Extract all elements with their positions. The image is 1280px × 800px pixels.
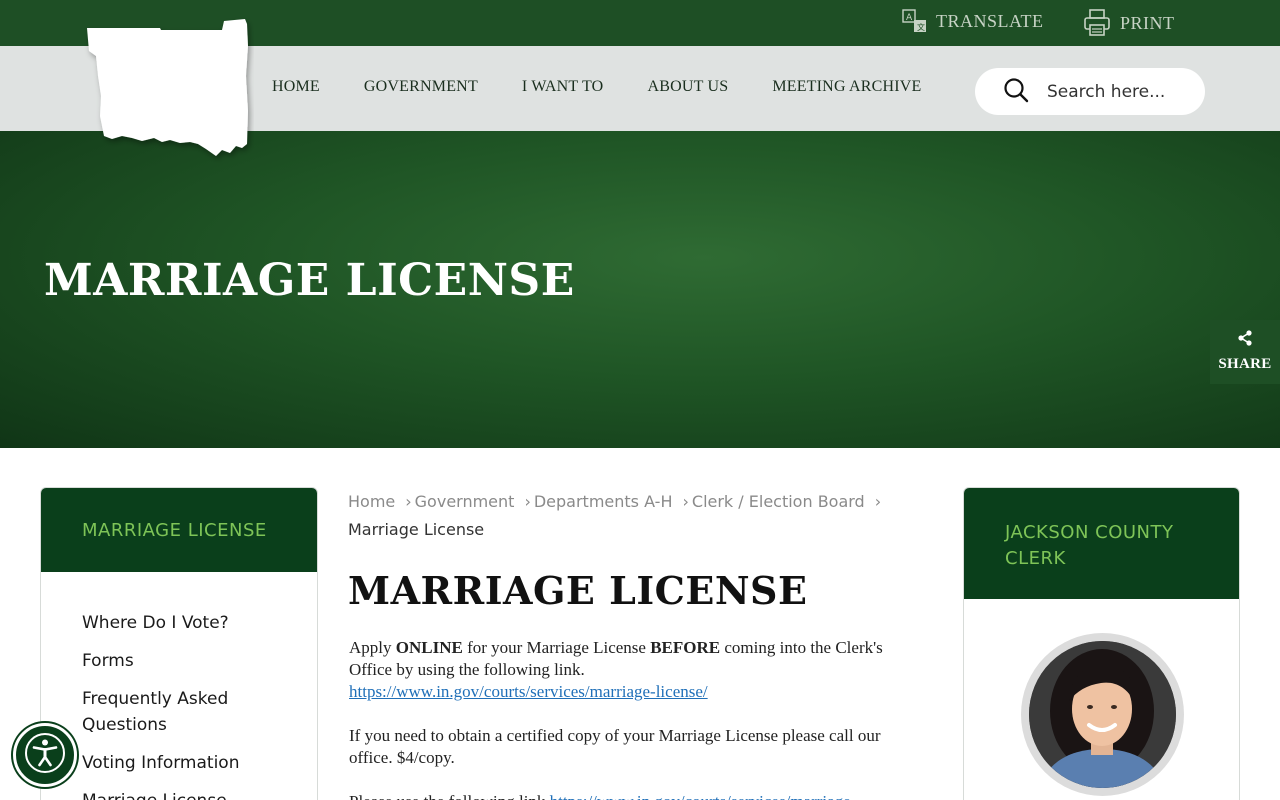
hero-title: MARRIAGE LICENSE: [44, 255, 575, 306]
nav-about-us[interactable]: ABOUT US: [647, 78, 728, 96]
clerk-card-header: JACKSON COUNTY CLERK: [964, 488, 1239, 599]
clerk-avatar: [1021, 633, 1184, 796]
sidebar-nav: Where Do I Vote? Forms Frequently Asked …: [41, 572, 317, 800]
accessibility-icon: [23, 731, 67, 779]
text-segment: Please use the following link: [349, 792, 550, 800]
marriage-license-info-link[interactable]: https://www.in.gov/courts/services/marri…: [550, 792, 851, 800]
county-logo[interactable]: [82, 16, 254, 166]
breadcrumb-clerk-election-board[interactable]: Clerk / Election Board: [692, 492, 865, 511]
sidebar-item-where-do-i-vote[interactable]: Where Do I Vote?: [82, 610, 282, 636]
share-label: SHARE: [1218, 356, 1272, 372]
clerk-card-title: JACKSON COUNTY CLERK: [1005, 522, 1174, 569]
print-button[interactable]: PRINT: [1082, 8, 1175, 38]
sidebar-item-forms[interactable]: Forms: [82, 648, 282, 674]
translate-label: TRANSLATE: [936, 10, 1044, 31]
sidebar-item-marriage-license[interactable]: Marriage License: [82, 788, 282, 800]
sidebar-title: MARRIAGE LICENSE: [82, 520, 267, 541]
share-icon: [1237, 330, 1253, 350]
sidebar-item-voting-information[interactable]: Voting Information: [82, 750, 282, 776]
nav-home[interactable]: HOME: [272, 78, 320, 96]
share-button[interactable]: SHARE: [1210, 320, 1280, 384]
hero-banner: MARRIAGE LICENSE SHARE: [0, 131, 1280, 448]
chevron-right-icon: ›: [874, 492, 882, 511]
chevron-right-icon: ›: [405, 492, 412, 511]
printer-icon: [1082, 8, 1112, 38]
translate-button[interactable]: A 文 TRANSLATE: [902, 8, 1044, 34]
text-bold-online: ONLINE: [395, 638, 463, 657]
text-segment: for your Marriage License: [462, 638, 651, 657]
breadcrumb-home[interactable]: Home: [348, 492, 395, 511]
search-icon[interactable]: [1003, 77, 1029, 107]
page-title: MARRIAGE LICENSE: [348, 568, 808, 613]
clerk-photo: [1029, 641, 1176, 788]
section-sidebar: MARRIAGE LICENSE Where Do I Vote? Forms …: [40, 487, 318, 800]
sidebar-header: MARRIAGE LICENSE: [41, 488, 317, 572]
paragraph-following-link: Please use the following link https://ww…: [349, 791, 909, 800]
text-segment: Apply: [349, 638, 396, 657]
chevron-right-icon: ›: [524, 492, 531, 511]
page-content: Apply ONLINE for your Marriage License B…: [349, 637, 909, 800]
svg-text:A: A: [906, 13, 913, 23]
paragraph-certified-copy: If you need to obtain a certified copy o…: [349, 726, 881, 767]
breadcrumb: Home › Government › Departments A-H › Clerk / …: [348, 488, 888, 544]
search-input[interactable]: [1047, 81, 1187, 102]
marriage-license-online-link[interactable]: https://www.in.gov/courts/services/marri…: [349, 682, 708, 701]
nav-government[interactable]: GOVERNMENT: [364, 78, 478, 96]
search-box[interactable]: [975, 68, 1205, 115]
nav-i-want-to[interactable]: I WANT TO: [522, 78, 604, 96]
breadcrumb-departments[interactable]: Departments A-H: [534, 492, 673, 511]
chevron-right-icon: ›: [682, 492, 689, 511]
sidebar-item-faq[interactable]: Frequently Asked Questions: [82, 686, 282, 738]
nav-meeting-archive[interactable]: MEETING ARCHIVE: [772, 78, 921, 96]
breadcrumb-current: Marriage License: [348, 520, 485, 539]
accessibility-button[interactable]: [13, 723, 77, 787]
text-bold-before: BEFORE: [650, 638, 721, 657]
clerk-contact-card: JACKSON COUNTY CLERK: [963, 487, 1240, 800]
breadcrumb-government[interactable]: Government: [415, 492, 515, 511]
main-nav: HOME GOVERNMENT I WANT TO ABOUT US MEETI…: [272, 78, 922, 96]
translate-icon: A 文: [902, 8, 928, 34]
svg-text:文: 文: [917, 22, 926, 32]
print-label: PRINT: [1120, 12, 1175, 33]
paragraph-apply-online: Apply ONLINE for your Marriage License B…: [349, 637, 909, 703]
